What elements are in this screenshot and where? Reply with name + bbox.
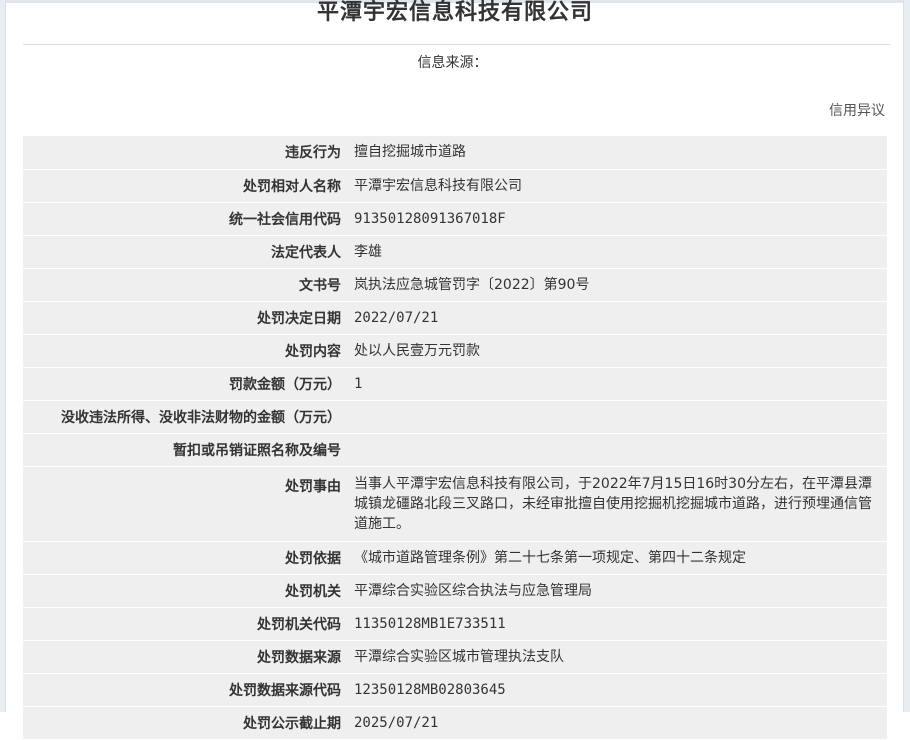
row-label: 处罚相对人名称 <box>23 169 351 203</box>
table-row: 法定代表人 李雄 <box>23 235 887 269</box>
row-label: 处罚数据来源 <box>23 640 351 674</box>
table-row: 处罚事由 当事人平潭宇宏信息科技有限公司，于2022年7月15日16时30分左右… <box>23 466 887 542</box>
row-label: 没收违法所得、没收非法财物的金额（万元） <box>23 400 351 434</box>
table-row: 处罚数据来源 平潭综合实验区城市管理执法支队 <box>23 640 887 674</box>
row-value: 2025/07/21 <box>351 706 887 740</box>
row-label: 文书号 <box>23 268 351 302</box>
table-row: 统一社会信用代码 91350128091367018F <box>23 202 887 236</box>
table-row: 违反行为 擅自挖掘城市道路 <box>23 136 887 170</box>
row-label: 处罚事由 <box>23 466 351 542</box>
row-label: 暂扣或吊销证照名称及编号 <box>23 433 351 467</box>
credit-objection-link[interactable]: 信用异议 <box>829 100 885 120</box>
row-value: 2022/07/21 <box>351 301 887 335</box>
row-label: 处罚公示截止期 <box>23 706 351 740</box>
row-value: 岚执法应急城管罚字〔2022〕第90号 <box>351 268 887 302</box>
row-value: 《城市道路管理条例》第二十七条第一项规定、第四十二条规定 <box>351 541 887 575</box>
row-label: 法定代表人 <box>23 235 351 269</box>
row-label: 罚款金额（万元） <box>23 367 351 401</box>
page-title: 平潭宇宏信息科技有限公司 <box>316 0 593 25</box>
page-frame: 平潭宇宏信息科技有限公司 信息来源： 信用异议 违反行为 擅自挖掘城市道路 处罚… <box>0 0 910 740</box>
table-row: 处罚相对人名称 平潭宇宏信息科技有限公司 <box>23 169 887 203</box>
table-row: 文书号 岚执法应急城管罚字〔2022〕第90号 <box>23 268 887 302</box>
row-value: 91350128091367018F <box>351 202 887 236</box>
table-row: 暂扣或吊销证照名称及编号 <box>23 433 887 467</box>
row-label: 处罚依据 <box>23 541 351 575</box>
left-border <box>0 0 6 712</box>
table-row: 处罚公示截止期 2025/07/21 <box>23 706 887 740</box>
row-value: 李雄 <box>351 235 887 269</box>
row-value: 平潭综合实验区城市管理执法支队 <box>351 640 887 674</box>
table-row: 罚款金额（万元） 1 <box>23 367 887 401</box>
row-value <box>351 400 887 434</box>
penalty-info-table: 违反行为 擅自挖掘城市道路 处罚相对人名称 平潭宇宏信息科技有限公司 统一社会信… <box>23 136 887 740</box>
row-label: 处罚机关 <box>23 574 351 608</box>
table-row: 处罚依据 《城市道路管理条例》第二十七条第一项规定、第四十二条规定 <box>23 541 887 575</box>
row-label: 统一社会信用代码 <box>23 202 351 236</box>
row-value: 1 <box>351 367 887 401</box>
row-label: 处罚内容 <box>23 334 351 368</box>
row-value: 平潭综合实验区综合执法与应急管理局 <box>351 574 887 608</box>
table-row: 处罚数据来源代码 12350128MB02803645 <box>23 673 887 707</box>
title-divider <box>23 44 890 45</box>
row-value <box>351 433 887 467</box>
right-scrollbar-track[interactable] <box>903 0 910 712</box>
row-value: 处以人民壹万元罚款 <box>351 334 887 368</box>
table-row: 没收违法所得、没收非法财物的金额（万元） <box>23 400 887 434</box>
row-label: 违反行为 <box>23 136 351 170</box>
row-value: 擅自挖掘城市道路 <box>351 136 887 170</box>
row-value: 12350128MB02803645 <box>351 673 887 707</box>
table-row: 处罚内容 处以人民壹万元罚款 <box>23 334 887 368</box>
row-label: 处罚机关代码 <box>23 607 351 641</box>
table-row: 处罚机关 平潭综合实验区综合执法与应急管理局 <box>23 574 887 608</box>
row-label: 处罚数据来源代码 <box>23 673 351 707</box>
info-source: 信息来源： <box>417 55 488 71</box>
table-row: 处罚决定日期 2022/07/21 <box>23 301 887 335</box>
table-row: 处罚机关代码 11350128MB1E733511 <box>23 607 887 641</box>
row-value: 11350128MB1E733511 <box>351 607 887 641</box>
row-label: 处罚决定日期 <box>23 301 351 335</box>
row-value: 当事人平潭宇宏信息科技有限公司，于2022年7月15日16时30分左右，在平潭县… <box>351 466 887 542</box>
row-value: 平潭宇宏信息科技有限公司 <box>351 169 887 203</box>
